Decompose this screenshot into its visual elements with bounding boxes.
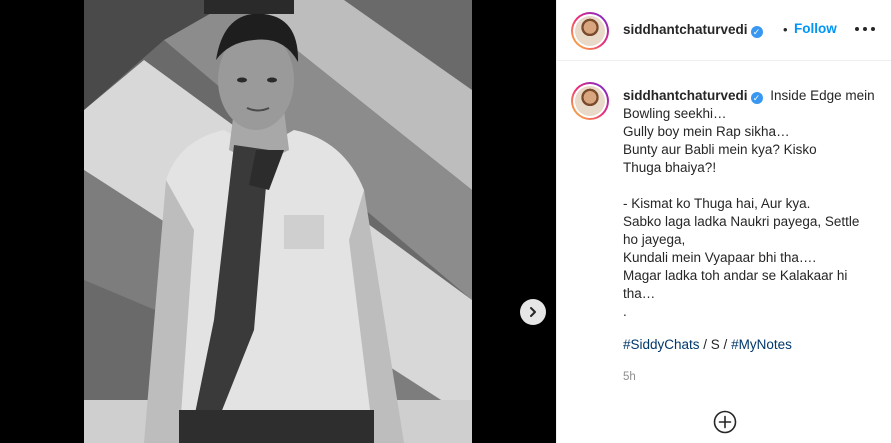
post-media-pane bbox=[0, 0, 556, 443]
verified-badge-icon: ✓ bbox=[750, 26, 763, 38]
caption-line: Sabko laga ladka Naukri payega, Settle bbox=[623, 214, 860, 229]
follow-button[interactable]: Follow bbox=[794, 21, 837, 36]
caption-username[interactable]: siddhantchaturvedi ✓ bbox=[623, 88, 763, 104]
post-photo-illustration bbox=[84, 0, 472, 443]
avatar[interactable] bbox=[571, 12, 609, 50]
header-username[interactable]: siddhantchaturvedi ✓ bbox=[623, 22, 763, 38]
caption-line-blank bbox=[623, 177, 883, 195]
caption-line: tha… bbox=[623, 286, 656, 301]
post-photo[interactable] bbox=[84, 0, 472, 443]
hashtag-siddychats[interactable]: #SiddyChats bbox=[623, 337, 700, 352]
caption-line: Inside Edge mein bbox=[770, 88, 875, 103]
plus-circle-icon bbox=[713, 410, 737, 434]
next-photo-button[interactable] bbox=[520, 299, 546, 325]
caption-line: Bunty aur Babli mein kya? Kisko bbox=[623, 142, 817, 157]
dot-separator: • bbox=[783, 22, 788, 37]
caption-line: ho jayega, bbox=[623, 232, 686, 247]
post-timestamp[interactable]: 5h bbox=[623, 371, 636, 383]
chevron-right-icon bbox=[530, 307, 536, 317]
hashtag-mynotes[interactable]: #MyNotes bbox=[731, 337, 792, 352]
caption-line: Kundali mein Vyapaar bhi tha…. bbox=[623, 250, 817, 265]
caption-line: Gully boy mein Rap sikha… bbox=[623, 124, 790, 139]
caption-line: Thuga bhaiya?! bbox=[623, 160, 717, 175]
caption-line: Bowling seekhi… bbox=[623, 106, 727, 121]
caption-line: - Kismat ko Thuga hai, Aur kya. bbox=[623, 196, 811, 211]
post-sidebar: siddhantchaturvedi ✓ • Follow siddhantcha… bbox=[556, 0, 891, 443]
caption-avatar[interactable] bbox=[571, 82, 609, 120]
caption-line: . bbox=[623, 304, 627, 319]
post-header: siddhantchaturvedi ✓ • Follow bbox=[557, 0, 891, 61]
caption-text: siddhantchaturvedi ✓ Inside Edge mein Bow… bbox=[623, 87, 883, 321]
hashtags: #SiddyChats / S / #MyNotes bbox=[623, 337, 792, 352]
verified-badge-icon: ✓ bbox=[750, 92, 763, 104]
more-options-icon[interactable] bbox=[855, 20, 875, 38]
add-comment-button[interactable] bbox=[713, 410, 737, 434]
caption-line: Magar ladka toh andar se Kalakaar hi bbox=[623, 268, 848, 283]
hashtag-separator: / S / bbox=[699, 337, 732, 352]
